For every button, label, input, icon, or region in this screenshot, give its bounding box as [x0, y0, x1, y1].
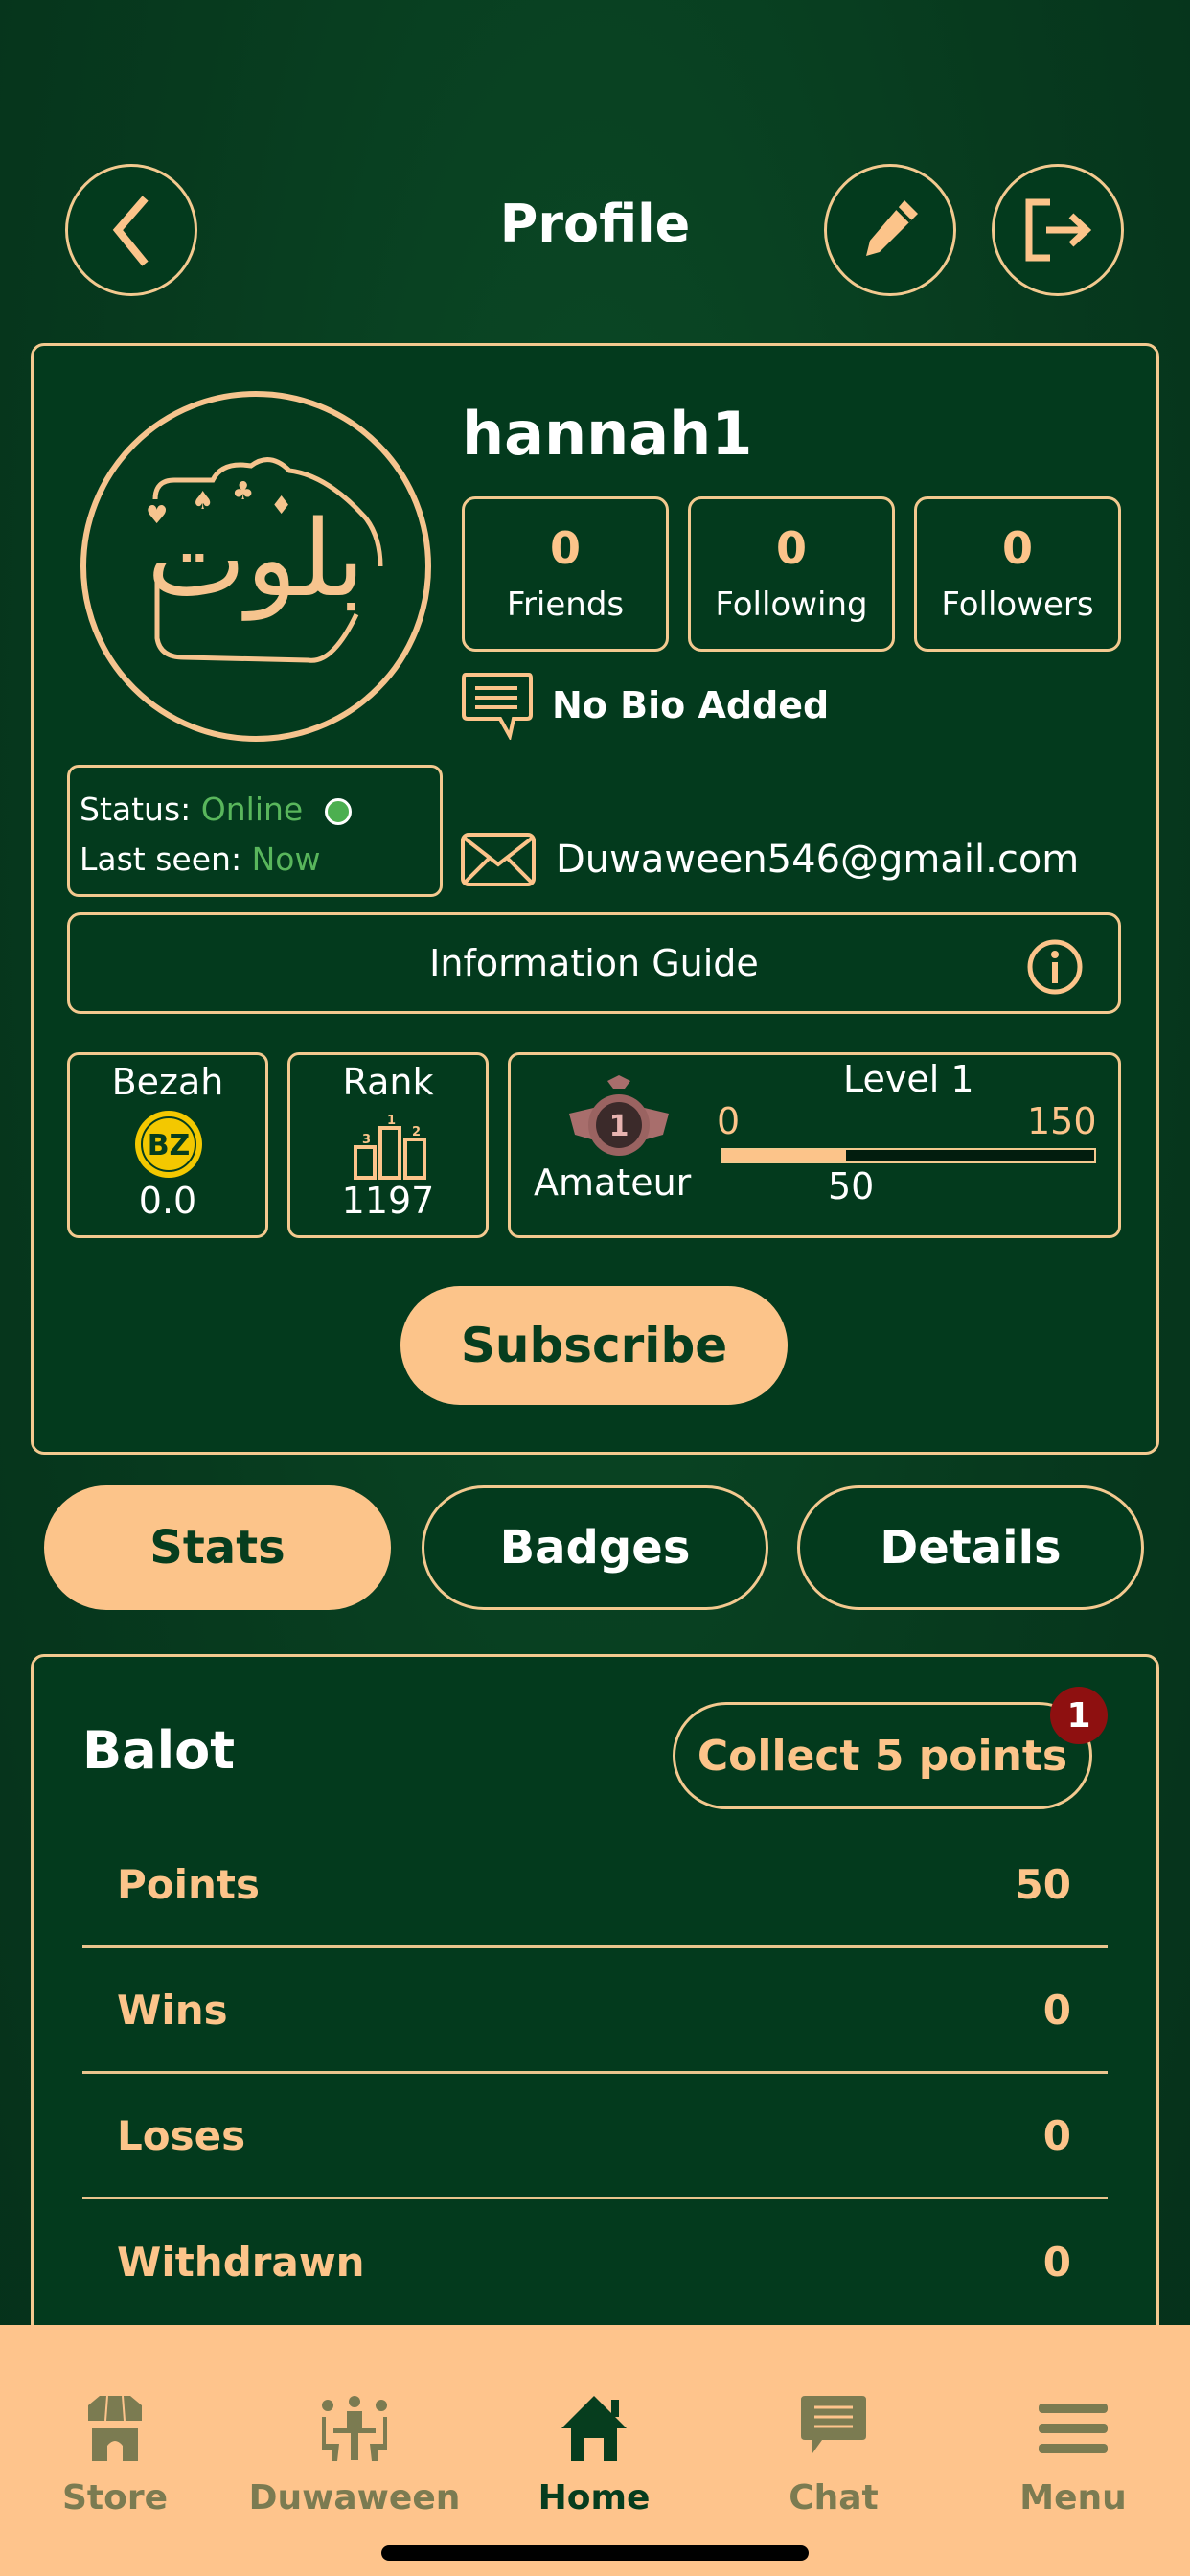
email-text: Duwaween546@gmail.com: [556, 838, 1080, 882]
logout-button[interactable]: [992, 164, 1124, 296]
stat-label: Loses: [117, 2111, 246, 2159]
avatar-text: بلوت: [147, 497, 364, 621]
bezah-title: Bezah: [111, 1061, 224, 1103]
nav-chat[interactable]: Chat: [719, 2394, 949, 2518]
bezah-box: Bezah BZ 0.0: [67, 1052, 268, 1238]
tab-stats[interactable]: Stats: [44, 1485, 391, 1610]
level-progress-bar: [721, 1148, 1096, 1163]
collect-points-button[interactable]: Collect 5 points: [673, 1702, 1092, 1809]
bottom-nav: Store Duwaween Home Chat Menu: [0, 2325, 1190, 2576]
stat-value: 0: [1042, 2239, 1071, 2286]
stat-row-points: Points 50: [82, 1823, 1108, 1948]
level-progress-fill: [722, 1150, 847, 1162]
information-guide-label: Information Guide: [429, 942, 759, 984]
following-label: Following: [715, 586, 868, 625]
envelope-icon: [461, 833, 536, 886]
podium-icon: 3 1 2: [354, 1114, 426, 1180]
bezah-value: 0.0: [138, 1180, 197, 1222]
nav-store[interactable]: Store: [0, 2394, 230, 2518]
notification-badge: 1: [1050, 1687, 1108, 1744]
home-indicator[interactable]: [381, 2545, 809, 2561]
followers-label: Followers: [941, 586, 1094, 625]
followers-count: 0: [1001, 521, 1033, 574]
friends-label: Friends: [506, 586, 625, 625]
bio-row: No Bio Added: [460, 671, 829, 740]
chat-icon: [801, 2396, 866, 2453]
level-title: Level 1: [843, 1058, 974, 1100]
podium-third: 3: [362, 1133, 371, 1147]
nav-duwaween[interactable]: Duwaween: [240, 2394, 469, 2518]
level-current: 50: [828, 1165, 875, 1208]
tab-badges[interactable]: Badges: [422, 1485, 768, 1610]
stat-label: Points: [117, 1860, 261, 1908]
stat-value: 0: [1042, 1986, 1071, 2034]
pencil-icon: [866, 200, 918, 256]
rank-box: Rank 3 1 2 1197: [287, 1052, 489, 1238]
information-guide-button[interactable]: Information Guide: [67, 912, 1121, 1014]
avatar: ♥ ♠ ♣ ♦ بلوت: [80, 391, 431, 742]
friends-stat[interactable]: 0 Friends: [462, 496, 669, 652]
stat-row-withdrawn: Withdrawn 0: [82, 2199, 1108, 2325]
email-row: Duwaween546@gmail.com: [460, 832, 1079, 887]
following-stat[interactable]: 0 Following: [688, 496, 895, 652]
podium-second: 2: [412, 1125, 421, 1139]
edit-profile-button[interactable]: [824, 164, 956, 296]
level-badge-icon: 1: [569, 1075, 669, 1156]
stat-value: 50: [1015, 1860, 1071, 1908]
stat-row-wins: Wins 0: [82, 1948, 1108, 2074]
nav-menu[interactable]: Menu: [958, 2394, 1188, 2518]
status-box: Status: Online Last seen: Now: [67, 765, 443, 897]
last-seen-value: Now: [251, 840, 321, 878]
speech-bubble-icon: [462, 673, 533, 740]
rank-title: Rank: [342, 1061, 434, 1103]
nav-label: Menu: [1019, 2478, 1127, 2518]
stat-label: Wins: [117, 1986, 228, 2034]
nav-home[interactable]: Home: [479, 2394, 709, 2518]
level-badge-number: 1: [609, 1110, 629, 1143]
nav-label: Store: [61, 2478, 169, 2518]
bio-text: No Bio Added: [552, 684, 830, 726]
level-tier: Amateur: [534, 1162, 692, 1204]
friends-count: 0: [549, 521, 581, 574]
menu-icon: [1039, 2404, 1108, 2453]
nav-label: Duwaween: [248, 2478, 461, 2518]
subscribe-button[interactable]: Subscribe: [400, 1286, 788, 1405]
stat-row-loses: Loses 0: [82, 2074, 1108, 2199]
store-icon: [88, 2395, 142, 2461]
level-max: 150: [1027, 1100, 1097, 1142]
game-title: Balot: [82, 1720, 236, 1781]
username: hannah1: [462, 399, 753, 469]
nav-label: Home: [538, 2478, 651, 2518]
following-count: 0: [775, 521, 807, 574]
bezah-coin-icon: BZ: [135, 1111, 202, 1178]
status-value: Online: [200, 791, 304, 828]
podium-first: 1: [387, 1114, 396, 1128]
rank-value: 1197: [341, 1180, 435, 1222]
bezah-coin-text: BZ: [148, 1129, 191, 1162]
stat-label: Withdrawn: [117, 2239, 365, 2286]
last-seen-label: Last seen:: [80, 840, 242, 878]
nav-label: Chat: [789, 2478, 879, 2518]
info-icon: [1027, 939, 1083, 995]
home-icon: [561, 2396, 627, 2461]
followers-stat[interactable]: 0 Followers: [914, 496, 1121, 652]
people-table-icon: [322, 2396, 387, 2461]
logout-icon: [1025, 198, 1092, 262]
balot-logo-icon: ♥ ♠ ♣ ♦ بلوت: [146, 457, 383, 663]
status-label: Status:: [80, 791, 192, 828]
tab-details[interactable]: Details: [797, 1485, 1144, 1610]
online-indicator-icon: [324, 797, 352, 825]
level-min: 0: [717, 1100, 741, 1142]
stat-value: 0: [1042, 2111, 1071, 2159]
